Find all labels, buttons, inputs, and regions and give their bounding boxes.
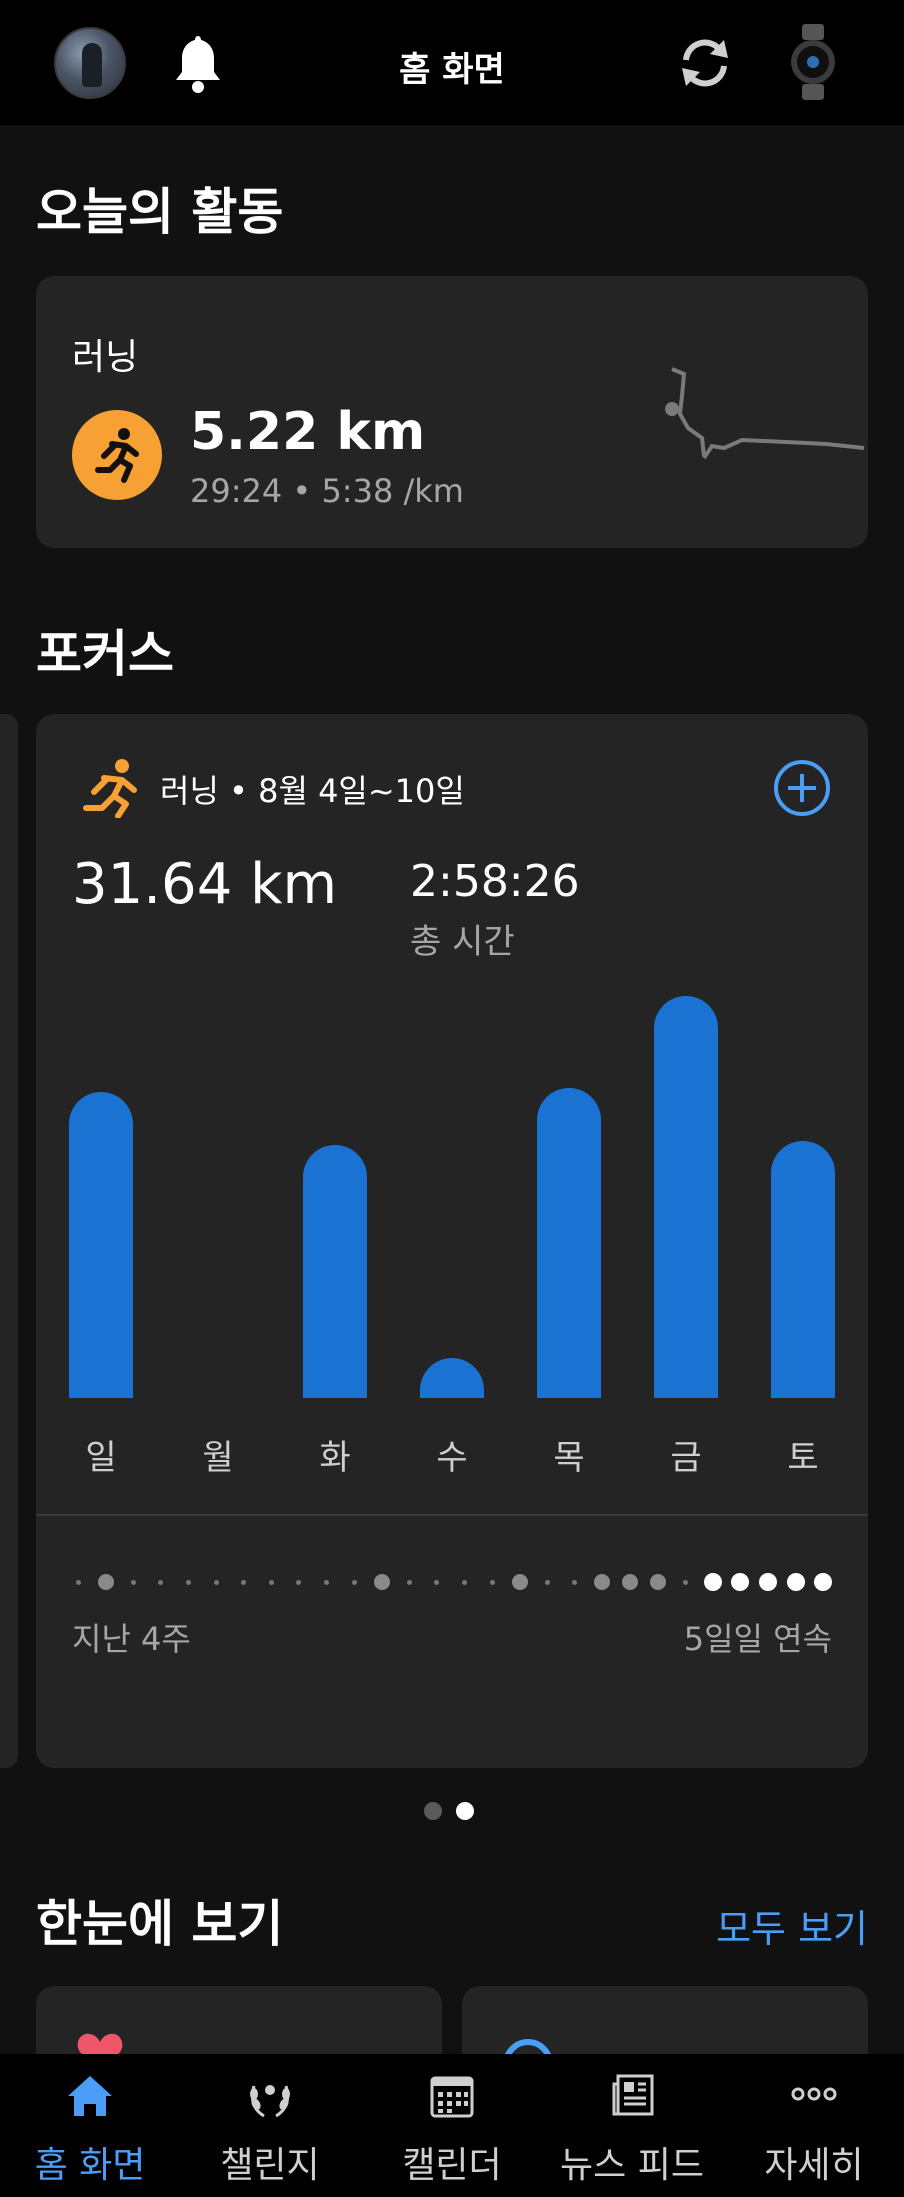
running-icon [83, 759, 137, 818]
chart-day-label: 금 [670, 1438, 702, 1478]
streak-dot [544, 1579, 550, 1585]
streak-dot [731, 1573, 750, 1591]
chart-bar-3 [420, 1357, 484, 1398]
nav-home[interactable]: 홈 화면 [0, 2054, 180, 2197]
nav-challenges-label: 챌린지 [220, 2145, 320, 2186]
streak-dot [489, 1579, 495, 1585]
more-icon [791, 2087, 837, 2101]
page-dot[interactable] [424, 1802, 442, 1820]
streak-dot [786, 1573, 805, 1591]
focus-section-title: 포커스 [36, 625, 174, 683]
laurel-icon [250, 2085, 290, 2118]
streak-period: 지난 4주 [72, 1620, 191, 1658]
top-bar: 홈 화면 [0, 0, 904, 125]
chart-day-label: 화 [319, 1438, 351, 1478]
streak-dot [130, 1579, 136, 1585]
chart-day-label: 토 [787, 1438, 819, 1478]
chart-bar-2 [303, 1144, 367, 1398]
chart-day-label: 일 [85, 1438, 117, 1478]
chart-bar-5 [654, 996, 718, 1398]
watch-icon[interactable] [788, 24, 838, 100]
chart-day-label: 수 [436, 1438, 468, 1478]
news-icon [612, 2074, 654, 2116]
nav-calendar-label: 캘린더 [402, 2145, 502, 2186]
nav-news-feed-label: 뉴스 피드 [560, 2145, 704, 2186]
chart-day-label: 월 [202, 1438, 234, 1478]
avatar-figure [82, 43, 102, 87]
streak-dot [572, 1579, 578, 1585]
streak-dot [351, 1579, 357, 1585]
focus-header: 러닝 • 8월 4일~10일 [160, 772, 465, 810]
streak-dot [622, 1574, 638, 1590]
bell-icon[interactable] [170, 32, 226, 96]
streak-dot [703, 1573, 722, 1591]
total-time: 2:58:26 [410, 856, 580, 907]
nav-more[interactable]: 자세히 [724, 2054, 904, 2197]
streak-dot [682, 1579, 688, 1585]
streak-dot [649, 1574, 666, 1590]
streak-dot [511, 1574, 528, 1590]
divider [36, 1514, 868, 1516]
previous-card-peek[interactable] [0, 714, 18, 1768]
streak-dot [814, 1573, 833, 1591]
glance-section-title: 한눈에 보기 [36, 1895, 284, 1953]
activity-distance: 5.22 km [190, 402, 426, 462]
activity-card[interactable]: 러닝 5.22 km 29:24 • 5:38 /km [36, 276, 868, 548]
streak-dot [158, 1579, 164, 1585]
chart-bar-0 [69, 1092, 133, 1398]
sync-icon[interactable] [672, 30, 738, 96]
add-icon[interactable] [772, 758, 832, 818]
route-map [665, 367, 865, 460]
nav-news-feed[interactable]: 뉴스 피드 [542, 2054, 722, 2197]
streak-dot [461, 1579, 467, 1585]
streak-dot [213, 1579, 219, 1585]
see-all-link[interactable]: 모두 보기 [716, 1898, 868, 1953]
nav-home-label: 홈 화면 [34, 2145, 146, 2186]
streak-dot [75, 1579, 81, 1585]
streak-dot [373, 1574, 390, 1590]
streak-dot [241, 1579, 247, 1585]
page-title: 홈 화면 [399, 50, 505, 90]
focus-card[interactable]: 러닝 • 8월 4일~10일 31.64 km 2:58:26 총 시간 일 월 화… [36, 714, 868, 1768]
today-section-title: 오늘의 활동 [36, 183, 284, 241]
home-screen: 홈 화면 오늘의 활동 러닝 5.22 km 29:24 • 5:38 /km [0, 0, 904, 2197]
running-icon [72, 410, 162, 500]
total-distance: 31.64 km [72, 852, 338, 917]
streak-dot [185, 1579, 191, 1585]
streak-dot [434, 1579, 440, 1585]
page-indicator [424, 1802, 484, 1822]
streak-dot [323, 1579, 329, 1585]
streak-dot [268, 1579, 274, 1585]
bottom-navigation: 홈 화면 챌린지 캘린더 뉴스 피드 자세히 [0, 2054, 904, 2197]
chart-bar-6 [771, 1140, 835, 1398]
calendar-icon [430, 2076, 474, 2118]
activity-type: 러닝 [72, 337, 139, 378]
streak-dot [296, 1579, 302, 1585]
streak-count: 5일일 연속 [683, 1620, 832, 1658]
nav-more-label: 자세히 [764, 2145, 864, 2186]
home-icon [68, 2076, 112, 2116]
chart-day-label: 목 [553, 1438, 585, 1478]
streak-dot [406, 1579, 412, 1585]
weekly-bar-chart [36, 984, 868, 1398]
page-dot[interactable] [456, 1802, 474, 1820]
streak-dots [72, 1570, 833, 1594]
chart-bar-4 [537, 1088, 601, 1398]
streak-dot [594, 1574, 611, 1590]
activity-details: 29:24 • 5:38 /km [190, 472, 464, 510]
total-time-label: 총 시간 [410, 922, 515, 962]
streak-dot [759, 1573, 777, 1591]
nav-calendar[interactable]: 캘린더 [362, 2054, 542, 2197]
nav-challenges[interactable]: 챌린지 [180, 2054, 360, 2197]
profile-avatar[interactable] [54, 27, 126, 99]
streak-dot [97, 1574, 114, 1590]
